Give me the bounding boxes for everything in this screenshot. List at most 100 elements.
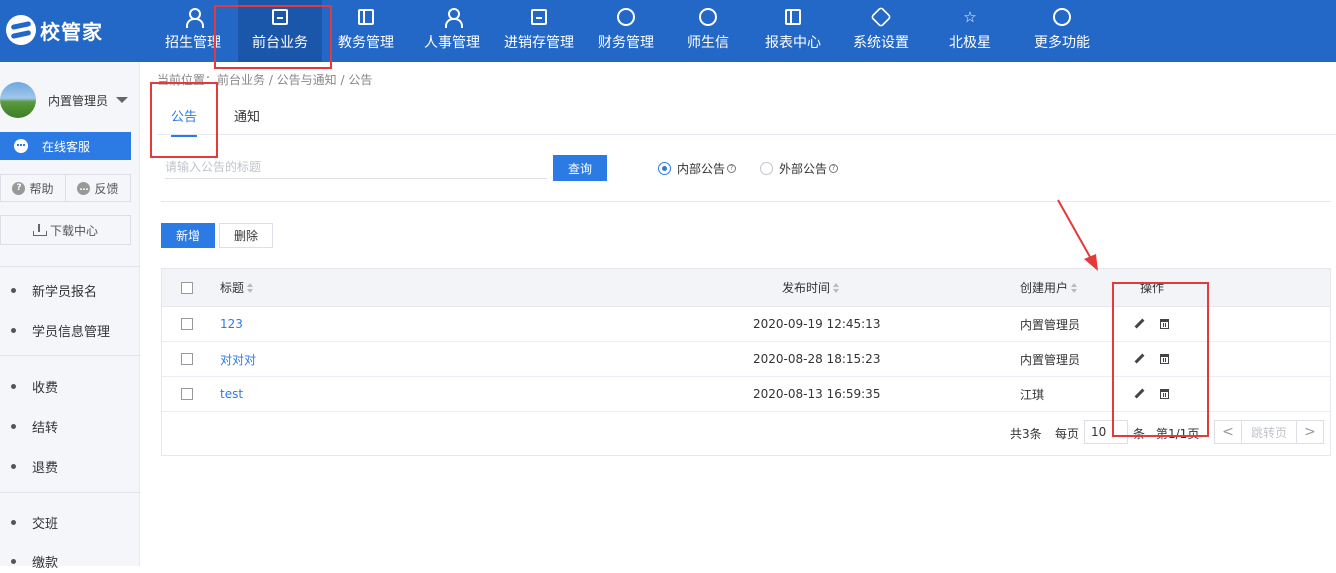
app-logo[interactable]: 校管家 bbox=[6, 12, 103, 48]
sidebar-item-label: 结转 bbox=[32, 420, 59, 436]
row-checkbox[interactable] bbox=[181, 353, 193, 365]
inventory-icon bbox=[528, 6, 550, 28]
annotation-arrow bbox=[1057, 199, 1098, 271]
header-publish-time[interactable]: 发布时间 bbox=[782, 269, 840, 306]
sidebar-item-refund[interactable]: 退费 bbox=[0, 454, 140, 478]
sort-icon bbox=[833, 282, 840, 293]
jump-page-button[interactable]: 跳转页 bbox=[1241, 421, 1297, 443]
help-feedback-row: ? 帮助 … 反馈 bbox=[0, 174, 131, 202]
star-icon: ☆ bbox=[963, 7, 977, 26]
feedback-label: 反馈 bbox=[94, 181, 119, 196]
query-button[interactable]: 查询 bbox=[553, 155, 607, 181]
question-icon[interactable]: ? bbox=[829, 164, 839, 173]
nav-label: 北极星 bbox=[949, 35, 991, 51]
sidebar-item-payment[interactable]: 缴款 bbox=[0, 549, 140, 573]
nav-label: 师生信 bbox=[687, 35, 729, 51]
download-center-button[interactable]: 下载中心 bbox=[0, 215, 131, 245]
prev-page-button[interactable]: < bbox=[1215, 421, 1241, 443]
bullet-icon bbox=[11, 519, 16, 525]
delete-button[interactable]: 删除 bbox=[219, 223, 273, 248]
select-all-checkbox[interactable] bbox=[181, 281, 193, 294]
row-creator: 内置管理员 bbox=[1020, 352, 1081, 367]
download-icon bbox=[32, 224, 47, 236]
sidebar-item-new-enrollment[interactable]: 新学员报名 bbox=[0, 278, 140, 302]
tab-notice[interactable]: 通知 bbox=[234, 106, 260, 135]
nav-item-settings[interactable]: 系统设置 bbox=[838, 0, 924, 62]
bullet-icon bbox=[11, 287, 16, 293]
feedback-icon: … bbox=[77, 181, 91, 195]
row-time: 2020-09-19 12:45:13 bbox=[753, 317, 881, 331]
nav-label: 人事管理 bbox=[424, 35, 480, 51]
row-title-link[interactable]: 对对对 bbox=[220, 342, 256, 376]
nav-item-messages[interactable]: 师生信 bbox=[668, 0, 748, 62]
nav-label: 系统设置 bbox=[853, 35, 909, 51]
nav-item-polaris[interactable]: ☆ 北极星 bbox=[924, 0, 1016, 62]
help-button[interactable]: ? 帮助 bbox=[1, 175, 65, 201]
row-checkbox[interactable] bbox=[181, 388, 193, 400]
sidebar-item-charge[interactable]: 收费 bbox=[0, 374, 140, 398]
nav-item-academic[interactable]: 教务管理 bbox=[322, 0, 410, 62]
question-icon: ? bbox=[12, 181, 26, 195]
logo-text: 校管家 bbox=[40, 19, 103, 44]
radio-external[interactable]: 外部公告 ? bbox=[760, 160, 839, 177]
user-menu[interactable]: 内置管理员 bbox=[0, 82, 129, 118]
row-title-link[interactable]: 123 bbox=[220, 307, 243, 341]
feedback-button[interactable]: … 反馈 bbox=[65, 175, 130, 201]
online-service-label: 在线客服 bbox=[42, 139, 91, 154]
bullet-icon bbox=[11, 423, 16, 429]
bullet-icon bbox=[11, 463, 16, 469]
header-title[interactable]: 标题 bbox=[220, 269, 254, 306]
chat-icon bbox=[14, 139, 28, 153]
radio-internal[interactable]: 内部公告 ? bbox=[658, 160, 737, 177]
avatar bbox=[0, 82, 36, 118]
row-checkbox[interactable] bbox=[181, 318, 193, 330]
nav-label: 更多功能 bbox=[1034, 35, 1090, 51]
annotation-box-tab bbox=[150, 82, 218, 158]
nav-label: 报表中心 bbox=[765, 35, 821, 51]
nav-item-hr[interactable]: 人事管理 bbox=[410, 0, 494, 62]
annotation-box-operation bbox=[1112, 282, 1209, 437]
total-count: 共3条 bbox=[1010, 427, 1042, 441]
nav-item-inventory[interactable]: 进销存管理 bbox=[494, 0, 584, 62]
nav-item-more[interactable]: 更多功能 bbox=[1016, 0, 1108, 62]
sidebar-item-student-info[interactable]: 学员信息管理 bbox=[0, 318, 140, 342]
sort-icon bbox=[247, 282, 254, 293]
sidebar-item-handover[interactable]: 交班 bbox=[0, 510, 140, 534]
settings-icon bbox=[870, 6, 892, 28]
sidebar-item-label: 学员信息管理 bbox=[32, 324, 111, 340]
person-icon bbox=[441, 6, 463, 28]
row-checkbox-cell bbox=[181, 342, 193, 376]
row-title-link[interactable]: test bbox=[220, 377, 243, 411]
next-page-button[interactable]: > bbox=[1297, 421, 1323, 443]
bullet-icon bbox=[11, 327, 16, 333]
add-button[interactable]: 新增 bbox=[161, 223, 215, 248]
question-icon[interactable]: ? bbox=[727, 164, 737, 173]
divider bbox=[161, 201, 1331, 202]
sidebar-item-carryover[interactable]: 结转 bbox=[0, 414, 140, 438]
bullet-icon bbox=[11, 383, 16, 389]
nav-label: 招生管理 bbox=[165, 35, 221, 51]
add-user-icon bbox=[182, 6, 204, 28]
help-label: 帮助 bbox=[29, 181, 54, 196]
sidebar: 内置管理员 在线客服 ? 帮助 … 反馈 下载中心 新学员报名 学员信息管理 收… bbox=[0, 62, 140, 571]
sidebar-item-label: 交班 bbox=[32, 516, 59, 532]
search-input[interactable] bbox=[165, 156, 547, 179]
nav-item-reports[interactable]: 报表中心 bbox=[748, 0, 838, 62]
online-service-button[interactable]: 在线客服 bbox=[0, 132, 131, 160]
radio-circle bbox=[658, 162, 671, 175]
logo-icon bbox=[6, 15, 36, 45]
sidebar-item-label: 收费 bbox=[32, 380, 59, 396]
yuan-icon bbox=[615, 6, 637, 28]
header-label: 标题 bbox=[220, 281, 245, 295]
sidebar-item-label: 新学员报名 bbox=[32, 284, 98, 300]
nav-item-finance[interactable]: 财务管理 bbox=[584, 0, 668, 62]
row-checkbox-cell bbox=[181, 307, 193, 341]
nav-label: 财务管理 bbox=[598, 35, 654, 51]
radio-label: 内部公告 bbox=[677, 162, 726, 176]
message-icon bbox=[697, 6, 719, 28]
top-navbar: 校管家 招生管理 前台业务 教务管理 人事管理 进销存管理 财务管理 师生信 报… bbox=[0, 0, 1336, 62]
header-label: 创建用户 bbox=[1020, 281, 1069, 295]
sort-icon bbox=[1071, 282, 1078, 293]
row-time: 2020-08-13 16:59:35 bbox=[753, 387, 881, 401]
book-icon bbox=[355, 6, 377, 28]
